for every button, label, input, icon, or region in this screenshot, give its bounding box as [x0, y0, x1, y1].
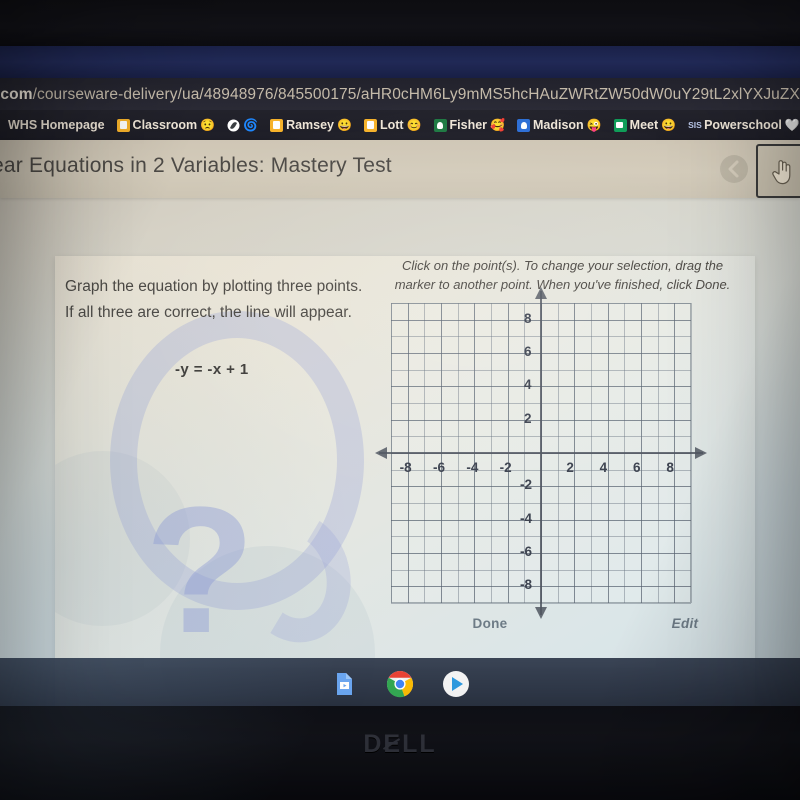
- laptop-screen: .com/courseware-delivery/ua/48948976/845…: [0, 46, 800, 706]
- edit-button[interactable]: Edit: [640, 616, 730, 631]
- lott-icon: [363, 118, 377, 132]
- bookmark-label: WHS Homepage: [8, 118, 105, 132]
- graph-instructions: Click on the point(s). To change your se…: [394, 258, 731, 292]
- x-tick-label: -6: [433, 460, 446, 475]
- bookmark-label: Classroom: [132, 118, 198, 132]
- bookmark-item[interactable]: Fisher 🥰: [428, 112, 511, 138]
- watermark-circle-1: [55, 451, 190, 626]
- chrome-glyph: [386, 671, 414, 698]
- bookmark-label: Powerschool: [704, 118, 782, 132]
- bookmark-label: Ramsey: [286, 118, 335, 132]
- x-tick-label: 8: [666, 460, 674, 475]
- chevron-left-icon: [720, 155, 748, 183]
- pointer-tool-button[interactable]: [756, 144, 800, 198]
- bookmark-emoji: 😀: [661, 118, 677, 132]
- bookmarks-bar[interactable]: WHS Homepage Classroom 😟 🌀 Ramsey 😀 Lott 😊 Fishe…: [0, 110, 800, 140]
- x-tick-label: -8: [399, 460, 412, 475]
- bookmark-item[interactable]: 🌀: [221, 112, 264, 138]
- y-tick-label: -4: [520, 510, 533, 526]
- laptop-bezel-top: [0, 0, 800, 46]
- coordinate-graph[interactable]: -8 -6 -4 -2 2 4 6 8 8 6 4 2 -2 -4 -6 -8: [375, 287, 707, 619]
- x-tick-label: 6: [633, 460, 641, 475]
- classroom-icon: [116, 118, 130, 132]
- bookmark-emoji: 🥰: [490, 118, 505, 132]
- watermark-question-mark: ?: [145, 470, 255, 671]
- watermark-q-ring: [110, 311, 364, 610]
- bookmark-item[interactable]: Meet 😀: [608, 112, 682, 138]
- bookmark-item[interactable]: Classroom 😟: [111, 112, 222, 138]
- meet-icon: [613, 118, 627, 132]
- fisher-icon: [433, 118, 447, 132]
- bookmark-label: Meet: [629, 118, 659, 132]
- y-tick-label: 4: [524, 377, 532, 393]
- question-card: ? Graph the equation by plotting three p…: [55, 256, 755, 706]
- watermark-q-tail: [225, 499, 365, 655]
- url-path: /courseware-delivery/ua/48948976/8455001…: [32, 86, 800, 103]
- dell-logo: DELL: [363, 730, 437, 758]
- sis-icon: SIS: [688, 119, 702, 130]
- bookmark-emoji: 😜: [586, 118, 602, 132]
- y-tick-label: -8: [520, 577, 533, 593]
- x-axis-arrow-right: [695, 447, 707, 459]
- x-axis-arrow-left: [375, 447, 387, 459]
- bookmark-emoji: 😊: [406, 118, 422, 132]
- bookmark-item[interactable]: Madison 😜: [511, 112, 608, 138]
- bookmark-emoji: 🤍: [784, 118, 800, 132]
- bookmark-label: Lott: [379, 118, 404, 132]
- x-tick-label: -2: [499, 460, 512, 475]
- question-prompt: Graph the equation by plotting three poi…: [65, 278, 363, 321]
- dell-logo-e: E: [383, 730, 403, 758]
- bookmark-label: Madison: [533, 118, 584, 132]
- y-axis-arrow-up: [535, 287, 547, 299]
- y-tick-label: -2: [520, 477, 533, 493]
- slides-icon[interactable]: [329, 669, 359, 699]
- y-axis: [540, 291, 542, 615]
- browser-tab-strip[interactable]: [0, 46, 800, 78]
- bookmark-emoji: 😟: [200, 118, 216, 132]
- equation-text: -y = -x + 1: [175, 361, 249, 378]
- bookmark-item[interactable]: Lott 😊: [358, 112, 428, 138]
- x-tick-label: 2: [566, 460, 574, 475]
- bookmark-item[interactable]: SIS Powerschool 🤍: [682, 112, 800, 138]
- laptop-photo: .com/courseware-delivery/ua/48948976/845…: [0, 0, 800, 800]
- hand-pointer-icon: [772, 160, 791, 185]
- page-title: ear Equations in 2 Variables: Mastery Te…: [0, 154, 392, 177]
- x-tick-label: 4: [599, 460, 608, 475]
- bookmark-emoji: 😀: [337, 118, 352, 132]
- bookmark-item[interactable]: WHS Homepage: [2, 112, 111, 138]
- x-tick-label: -4: [466, 460, 479, 475]
- play-store-icon[interactable]: [441, 669, 471, 699]
- y-tick-label: -6: [520, 544, 533, 559]
- y-tick-label: 2: [524, 410, 532, 426]
- web-page: ear Equations in 2 Variables: Mastery Te…: [0, 140, 800, 706]
- bookmark-emoji: 🌀: [243, 118, 259, 132]
- chrome-icon[interactable]: [385, 669, 415, 699]
- done-button[interactable]: Done: [445, 616, 535, 631]
- drive-icon: [227, 119, 240, 132]
- url-text[interactable]: .com/courseware-delivery/ua/48948976/845…: [0, 82, 800, 108]
- course-header: ear Equations in 2 Variables: Mastery Te…: [0, 140, 800, 198]
- ramsey-icon: [270, 118, 284, 132]
- madison-icon: [517, 118, 530, 132]
- bookmark-item[interactable]: Ramsey 😀: [264, 112, 358, 138]
- y-tick-label: 6: [524, 344, 532, 359]
- play-store-glyph: [443, 671, 469, 697]
- slides-glyph: [337, 673, 352, 695]
- y-axis-arrow-down: [535, 607, 547, 619]
- taskbar-icons: [0, 666, 800, 702]
- url-host: .com: [0, 86, 33, 103]
- bookmark-label: Fisher: [449, 118, 488, 132]
- previous-button[interactable]: [712, 146, 756, 192]
- y-tick-label: 8: [524, 310, 532, 326]
